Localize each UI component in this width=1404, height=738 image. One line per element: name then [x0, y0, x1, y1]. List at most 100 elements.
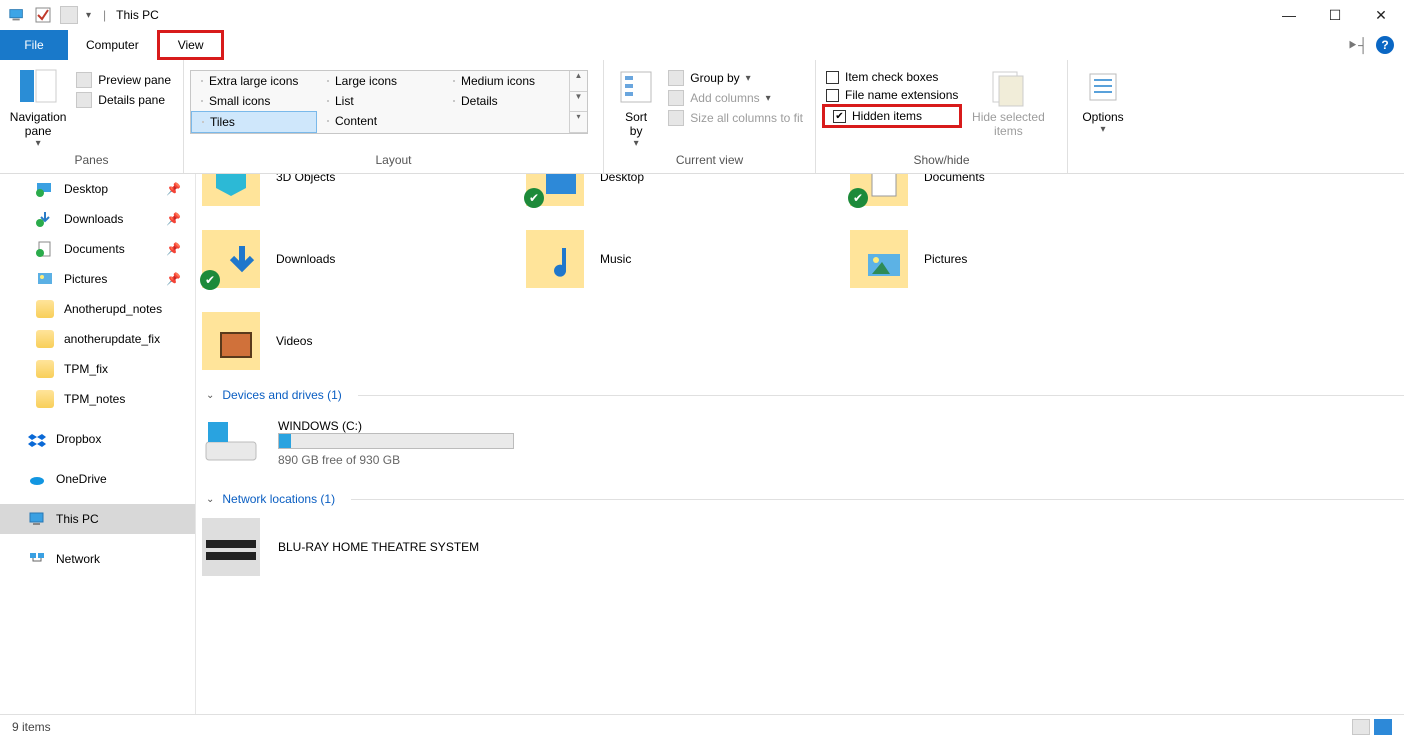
- chevron-down-icon: ▾: [1074, 124, 1132, 135]
- size-all-columns-button: Size all columns to fit: [662, 108, 809, 128]
- tree-item-folder[interactable]: anotherupdate_fix: [0, 324, 195, 354]
- layout-small-icons[interactable]: Small icons: [191, 91, 317, 111]
- drive-free-text: 890 GB free of 930 GB: [278, 453, 514, 467]
- folder-tile-videos[interactable]: Videos: [202, 308, 502, 374]
- main-area: Desktop📌 Downloads📌 Documents📌 Pictures📌…: [0, 174, 1404, 714]
- layout-icon: [327, 80, 329, 82]
- onedrive-icon: [28, 470, 46, 488]
- tree-item-desktop[interactable]: Desktop📌: [0, 174, 195, 204]
- ribbon-tabs: File Computer View ⯈┤ ?: [0, 30, 1404, 60]
- tab-view[interactable]: View: [157, 30, 225, 60]
- preview-pane-icon: [76, 72, 92, 88]
- desktop-folder-icon: ✔: [526, 174, 584, 206]
- folder-icon: [36, 390, 54, 408]
- layout-extra-large-icons[interactable]: Extra large icons: [191, 71, 317, 91]
- chevron-down-icon: ▾: [610, 138, 662, 149]
- tree-item-label: Dropbox: [56, 432, 101, 446]
- layout-tiles[interactable]: Tiles: [191, 111, 317, 133]
- checkbox-icon: [826, 89, 839, 102]
- folder-icon: [36, 330, 54, 348]
- layout-gallery-scroll[interactable]: ▲▼▾: [569, 71, 587, 133]
- tab-view-label: View: [178, 38, 204, 52]
- close-button[interactable]: ✕: [1358, 0, 1404, 30]
- tab-computer[interactable]: Computer: [68, 30, 157, 60]
- view-tiles-icon[interactable]: [1374, 719, 1392, 735]
- details-pane-button[interactable]: Details pane: [70, 90, 177, 110]
- tree-item-onedrive[interactable]: OneDrive: [0, 464, 195, 494]
- tree-item-label: Desktop: [64, 182, 108, 196]
- network-locations-header[interactable]: ⌄Network locations (1): [202, 478, 1404, 512]
- tree-item-pictures[interactable]: Pictures📌: [0, 264, 195, 294]
- tree-item-folder[interactable]: TPM_notes: [0, 384, 195, 414]
- file-name-extensions-checkbox[interactable]: File name extensions: [822, 86, 962, 104]
- folder-tile-3d-objects[interactable]: 3D Objects: [202, 174, 502, 210]
- group-by-button[interactable]: Group by▾: [662, 68, 809, 88]
- drive-tile-windows-c[interactable]: WINDOWS (C:) 890 GB free of 930 GB: [202, 408, 1404, 478]
- devices-and-drives-header[interactable]: ⌄Devices and drives (1): [202, 374, 1404, 408]
- chevron-down-icon: ▾: [766, 93, 771, 104]
- ribbon-group-current-view: Sort by ▾ Group by▾ Add columns▾ Size al…: [604, 60, 816, 173]
- qat-checkbox-icon[interactable]: [34, 6, 52, 24]
- folder-icon: [36, 360, 54, 378]
- network-device-tile[interactable]: BLU-RAY HOME THEATRE SYSTEM: [202, 512, 1404, 582]
- folder-tile-downloads[interactable]: ✔Downloads: [202, 226, 502, 292]
- sort-by-button[interactable]: Sort by ▾: [610, 64, 662, 149]
- tree-item-network[interactable]: Network: [0, 544, 195, 574]
- quick-access-toolbar: ▾: [0, 6, 99, 24]
- network-icon: [28, 550, 46, 568]
- preview-pane-button[interactable]: Preview pane: [70, 70, 177, 90]
- layout-details[interactable]: Details: [443, 91, 569, 111]
- tree-item-this-pc[interactable]: This PC: [0, 504, 195, 534]
- sync-badge-icon: ✔: [848, 188, 868, 208]
- layout-large-icons[interactable]: Large icons: [317, 71, 443, 91]
- divider: [358, 395, 1404, 396]
- qat-dropdown-icon[interactable]: ▾: [86, 10, 91, 21]
- options-button[interactable]: Options ▾: [1074, 64, 1132, 135]
- minimize-button[interactable]: ―: [1266, 0, 1312, 30]
- navigation-pane-button[interactable]: Navigation pane ▾: [6, 64, 70, 149]
- view-details-icon[interactable]: [1352, 719, 1370, 735]
- drive-name: WINDOWS (C:): [278, 419, 514, 433]
- folder-tile-documents[interactable]: ✔Documents: [850, 174, 1150, 210]
- ribbon-group-show-hide: Item check boxes File name extensions ✔H…: [816, 60, 1068, 173]
- ribbon: Navigation pane ▾ Preview pane Details p…: [0, 60, 1404, 174]
- layout-content[interactable]: Content: [317, 111, 443, 131]
- pictures-icon: [36, 270, 54, 288]
- folder-icon: [36, 300, 54, 318]
- layout-det-label: Details: [461, 94, 498, 108]
- tree-item-folder[interactable]: TPM_fix: [0, 354, 195, 384]
- folder-tile-desktop[interactable]: ✔ Desktop: [526, 174, 826, 210]
- layout-tiles-label: Tiles: [210, 115, 235, 129]
- tab-file[interactable]: File: [0, 30, 68, 60]
- folder-tile-pictures[interactable]: Pictures: [850, 226, 1150, 292]
- tile-label: Desktop: [600, 174, 644, 184]
- layout-medium-icons[interactable]: Medium icons: [443, 71, 569, 91]
- item-check-boxes-checkbox[interactable]: Item check boxes: [822, 68, 962, 86]
- qat-item-icon[interactable]: [60, 6, 78, 24]
- maximize-button[interactable]: ☐: [1312, 0, 1358, 30]
- folder-tile-music[interactable]: Music: [526, 226, 826, 292]
- ribbon-group-layout-label: Layout: [190, 149, 597, 173]
- sync-badge-icon: ✔: [200, 270, 220, 290]
- help-icon[interactable]: ?: [1376, 36, 1394, 54]
- tree-item-documents[interactable]: Documents📌: [0, 234, 195, 264]
- tile-label: Videos: [276, 334, 312, 348]
- content-pane[interactable]: 3D Objects ✔ Desktop ✔Documents ✔Download…: [196, 174, 1404, 714]
- layout-list[interactable]: List: [317, 91, 443, 111]
- window-title: This PC: [110, 8, 165, 22]
- layout-icon: [202, 121, 204, 123]
- tree-item-downloads[interactable]: Downloads📌: [0, 204, 195, 234]
- tree-item-label: This PC: [56, 512, 99, 526]
- chevron-down-icon: ⌄: [206, 390, 214, 401]
- tree-item-label: TPM_fix: [64, 362, 108, 376]
- tree-item-dropbox[interactable]: Dropbox: [0, 424, 195, 454]
- hidden-items-checkbox[interactable]: ✔Hidden items: [829, 107, 955, 125]
- minimize-ribbon-icon[interactable]: ⯈┤: [1347, 37, 1368, 54]
- ribbon-group-currentview-label: Current view: [610, 149, 809, 173]
- navigation-tree[interactable]: Desktop📌 Downloads📌 Documents📌 Pictures📌…: [0, 174, 196, 714]
- tree-item-folder[interactable]: Anotherupd_notes: [0, 294, 195, 324]
- ribbon-group-panes: Navigation pane ▾ Preview pane Details p…: [0, 60, 184, 173]
- layout-icon: [327, 120, 329, 122]
- options-label: Options: [1074, 110, 1132, 124]
- drive-icon: [202, 414, 260, 472]
